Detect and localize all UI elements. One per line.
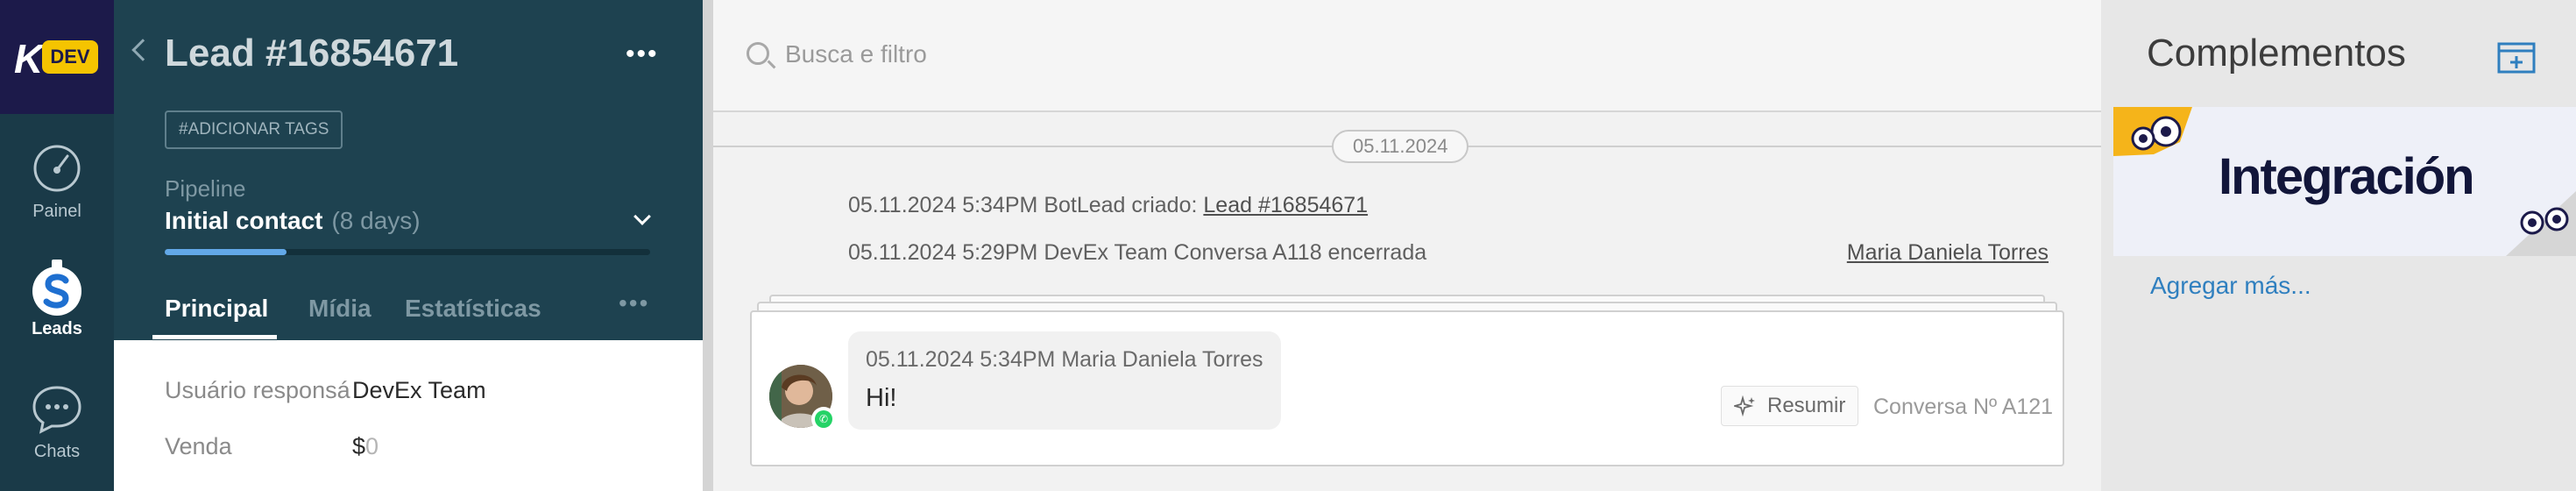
currency-symbol: $ xyxy=(352,433,366,459)
field-label-responsible: Usuário responsável xyxy=(165,377,350,403)
contact-link[interactable]: Maria Daniela Torres xyxy=(1847,240,2049,266)
logo-letter: K xyxy=(14,36,44,82)
add-tags-button[interactable]: #ADICIONAR TAGS xyxy=(165,110,343,149)
pipeline-label: Pipeline xyxy=(165,175,246,202)
tab-estatisticas[interactable]: Estatísticas xyxy=(405,295,541,323)
nav-label: Painel xyxy=(32,202,81,221)
message-text: Hi! xyxy=(866,384,897,412)
pipeline-stage-days: (8 days) xyxy=(331,207,421,234)
search-bar xyxy=(713,0,2101,112)
nav-item-painel[interactable]: Painel xyxy=(0,142,114,222)
gauge-icon xyxy=(31,142,83,195)
event-text: 05.11.2024 5:34PM BotLead criado: xyxy=(848,193,1204,217)
lead-title[interactable]: Lead #16854671 xyxy=(165,32,458,75)
addons-title: Complementos xyxy=(2147,32,2406,75)
more-options-icon[interactable]: ••• xyxy=(626,41,659,68)
chevron-down-icon[interactable] xyxy=(633,208,651,225)
lead-panel: Lead #16854671 ••• #ADICIONAR TAGS Pipel… xyxy=(114,0,703,491)
whatsapp-icon: ✆ xyxy=(811,407,836,431)
conversation-number: Conversa Nº A121 xyxy=(1873,395,2054,419)
tab-midia[interactable]: Mídia xyxy=(308,295,372,323)
message-card: ✆ 05.11.2024 5:34PM Maria Daniela Torres… xyxy=(750,310,2064,466)
nav-item-chats[interactable]: Chats xyxy=(0,382,114,462)
field-value-sale[interactable]: $0 xyxy=(352,433,379,460)
sale-amount: 0 xyxy=(365,433,379,459)
tabs-more-icon[interactable]: ••• xyxy=(619,289,649,317)
leads-dollar-icon xyxy=(31,260,83,316)
message-bubble: 05.11.2024 5:34PM Maria Daniela Torres H… xyxy=(848,331,1281,430)
pipeline-stage-name: Initial contact xyxy=(165,207,323,234)
active-tab-indicator xyxy=(152,335,277,339)
sparkle-icon xyxy=(1734,395,1755,417)
pipeline-progress-fill xyxy=(165,249,287,255)
add-more-link[interactable]: Agregar más... xyxy=(2150,272,2311,300)
summarize-button[interactable]: Resumir xyxy=(1721,386,1859,426)
nav-item-leads[interactable]: Leads xyxy=(0,260,114,339)
main-nav: K DEV Painel Leads Chats xyxy=(0,0,114,491)
lead-fields: Usuário responsável DevEx Team Venda $0 xyxy=(114,340,703,491)
tab-principal[interactable]: Principal xyxy=(165,295,268,323)
search-input[interactable] xyxy=(785,37,1574,72)
nav-label: Chats xyxy=(33,442,81,461)
event-text: 05.11.2024 5:29PM DevEx Team Conversa A1… xyxy=(848,240,1427,265)
app-logo[interactable]: K DEV xyxy=(0,0,114,114)
message-meta: 05.11.2024 5:34PM Maria Daniela Torres xyxy=(866,347,1263,372)
nav-label: Leads xyxy=(32,319,82,338)
chat-bubble-icon xyxy=(31,382,83,435)
logo-badge: DEV xyxy=(42,40,98,74)
summarize-label: Resumir xyxy=(1767,394,1846,417)
feed-event: 05.11.2024 5:34PM BotLead criado: Lead #… xyxy=(848,193,1368,218)
pipeline-progress-bar xyxy=(165,249,650,255)
search-icon xyxy=(747,42,769,65)
lead-link[interactable]: Lead #16854671 xyxy=(1203,193,1368,217)
banner-text: Integración xyxy=(2219,148,2475,205)
activity-feed: 05.11.2024 05.11.2024 5:34PM BotLead cri… xyxy=(703,0,2101,491)
lead-tabs: Principal Mídia Estatísticas ••• xyxy=(152,286,678,340)
date-divider: 05.11.2024 xyxy=(1332,130,1469,163)
pipeline-stage-select[interactable]: Initial contact (8 days) xyxy=(165,207,421,235)
integration-banner[interactable]: Integración xyxy=(2113,107,2576,256)
add-widget-icon[interactable] xyxy=(2497,39,2539,74)
back-chevron-icon[interactable] xyxy=(131,39,154,61)
feed-event: 05.11.2024 5:29PM DevEx Team Conversa A1… xyxy=(848,240,1426,266)
field-value-responsible[interactable]: DevEx Team xyxy=(352,377,486,404)
addons-panel: Complementos Integración Agregar más... xyxy=(2101,0,2576,491)
field-label-sale: Venda xyxy=(165,433,232,459)
